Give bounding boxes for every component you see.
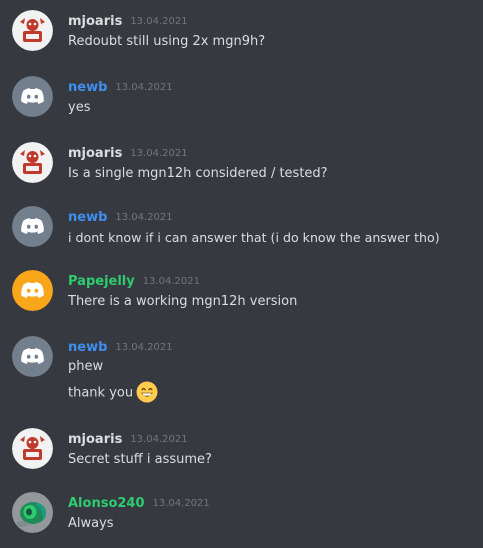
message-text: thank you — [68, 385, 134, 401]
message-header: newb 13.04.2021 — [68, 206, 173, 226]
message-header: mjoaris 13.04.2021 — [68, 428, 188, 448]
username[interactable]: mjoaris — [68, 432, 122, 447]
message-text: There is a working mgn12h version — [68, 294, 298, 309]
username[interactable]: mjoaris — [68, 146, 122, 161]
message-text: phew — [68, 359, 104, 374]
mjoaris-avatar[interactable] — [12, 10, 53, 51]
message-header: newb 13.04.2021 — [68, 336, 173, 356]
timestamp: 13.04.2021 — [152, 498, 210, 509]
timestamp: 13.04.2021 — [142, 276, 200, 287]
chat-message: mjoaris 13.04.2021 Secret stuff i assume? — [0, 428, 483, 470]
chat-message: newb 13.04.2021 phew thank you — [0, 336, 483, 406]
timestamp: 13.04.2021 — [130, 16, 188, 27]
alonso-avatar[interactable] — [12, 492, 53, 533]
timestamp: 13.04.2021 — [115, 82, 173, 93]
message-text: yes — [68, 100, 91, 115]
timestamp: 13.04.2021 — [130, 434, 188, 445]
mjoaris-avatar[interactable] — [12, 428, 53, 469]
message-header: Papejelly 13.04.2021 — [68, 270, 200, 290]
message-text: i dont know if i can answer that (i do k… — [68, 230, 440, 245]
chat-message: Papejelly 13.04.2021 There is a working m… — [0, 270, 483, 312]
username[interactable]: Papejelly — [68, 274, 135, 289]
mjoaris-avatar[interactable] — [12, 142, 53, 183]
message-text: Is a single mgn12h considered / tested? — [68, 166, 328, 181]
chat-message: newb 13.04.2021 i dont know if i can answ… — [0, 206, 483, 248]
username[interactable]: newb — [68, 340, 107, 355]
username[interactable]: newb — [68, 210, 107, 225]
chat-message: mjoaris 13.04.2021 Is a single mgn12h con… — [0, 142, 483, 184]
chat-message: Alonso240 13.04.2021 Always — [0, 492, 483, 534]
message-header: newb 13.04.2021 — [68, 76, 173, 96]
chat-message: mjoaris 13.04.2021 Redoubt still using 2x… — [0, 10, 483, 52]
message-text-line: thank you — [68, 381, 158, 404]
message-text: Secret stuff i assume? — [68, 452, 212, 467]
message-header: mjoaris 13.04.2021 — [68, 142, 188, 162]
username[interactable]: newb — [68, 80, 107, 95]
message-text: Always — [68, 516, 114, 531]
message-header: mjoaris 13.04.2021 — [68, 10, 188, 30]
message-text: Redoubt still using 2x mgn9h? — [68, 34, 266, 49]
username[interactable]: Alonso240 — [68, 496, 145, 511]
discord-default-avatar-gray[interactable] — [12, 76, 53, 117]
chat-message: newb 13.04.2021 yes — [0, 76, 483, 118]
timestamp: 13.04.2021 — [115, 342, 173, 353]
chat-message-list: mjoaris 13.04.2021 Redoubt still using 2x… — [0, 0, 483, 548]
discord-default-avatar-orange[interactable] — [12, 270, 53, 311]
discord-default-avatar-gray[interactable] — [12, 336, 53, 377]
username[interactable]: mjoaris — [68, 14, 122, 29]
timestamp: 13.04.2021 — [115, 212, 173, 223]
discord-default-avatar-gray[interactable] — [12, 206, 53, 247]
message-header: Alonso240 13.04.2021 — [68, 492, 210, 512]
timestamp: 13.04.2021 — [130, 148, 188, 159]
grinning-face-emoji[interactable] — [136, 381, 158, 403]
